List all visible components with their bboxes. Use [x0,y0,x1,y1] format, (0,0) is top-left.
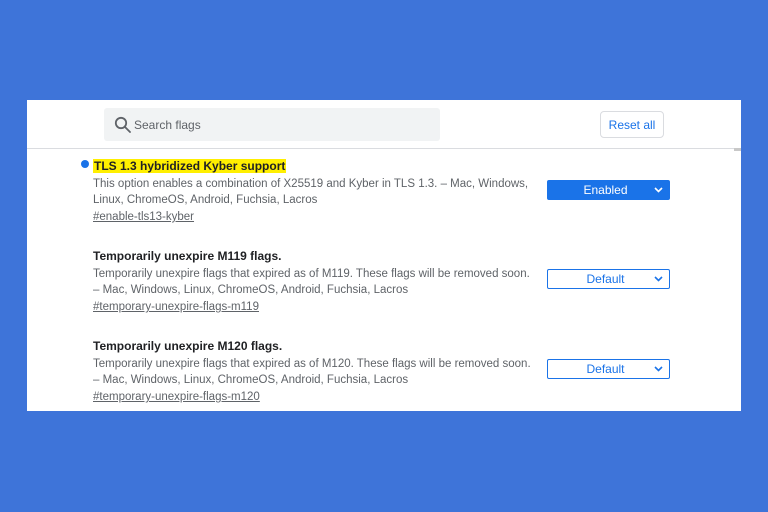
flag-description: Temporarily unexpire flags that expired … [93,268,530,296]
flag-anchor-link[interactable]: #enable-tls13-kyber [93,210,194,224]
flag-item-unexpire-m120: Temporarily unexpire M120 flags. Tempora… [93,337,693,403]
flag-anchor-link[interactable]: #temporary-unexpire-flags-m119 [93,300,259,314]
flags-window: Reset all TLS 1.3 hybridized Kyber suppo… [27,100,741,411]
flag-item-tls13-kyber: TLS 1.3 hybridized Kyber support This op… [81,157,693,223]
flag-state-value: Default [586,362,625,376]
flag-state-value: Default [586,272,625,286]
flag-state-value: Enabled [583,183,628,197]
flag-description: This option enables a combination of X25… [93,178,529,206]
chevron-down-icon [654,187,663,193]
flag-title: Temporarily unexpire M120 flags. [93,339,283,353]
flag-title: Temporarily unexpire M119 flags. [93,249,282,263]
search-box[interactable] [104,108,440,141]
scrollbar[interactable] [734,148,741,151]
chevron-down-icon [654,276,663,282]
search-icon [114,116,131,133]
chevron-down-icon [654,366,663,372]
flag-item-unexpire-m119: Temporarily unexpire M119 flags. Tempora… [93,247,693,313]
flag-anchor-link[interactable]: #temporary-unexpire-flags-m120 [93,390,260,404]
modified-dot-icon [81,160,89,168]
flag-state-select[interactable]: Default [547,269,670,289]
flag-state-select[interactable]: Enabled [547,180,670,200]
flag-state-select[interactable]: Default [547,359,670,379]
flag-description: Temporarily unexpire flags that expired … [93,358,531,386]
flags-header: Reset all [27,100,741,149]
flag-title: TLS 1.3 hybridized Kyber support [93,159,287,173]
search-input[interactable] [134,108,424,141]
reset-all-button[interactable]: Reset all [600,111,664,138]
